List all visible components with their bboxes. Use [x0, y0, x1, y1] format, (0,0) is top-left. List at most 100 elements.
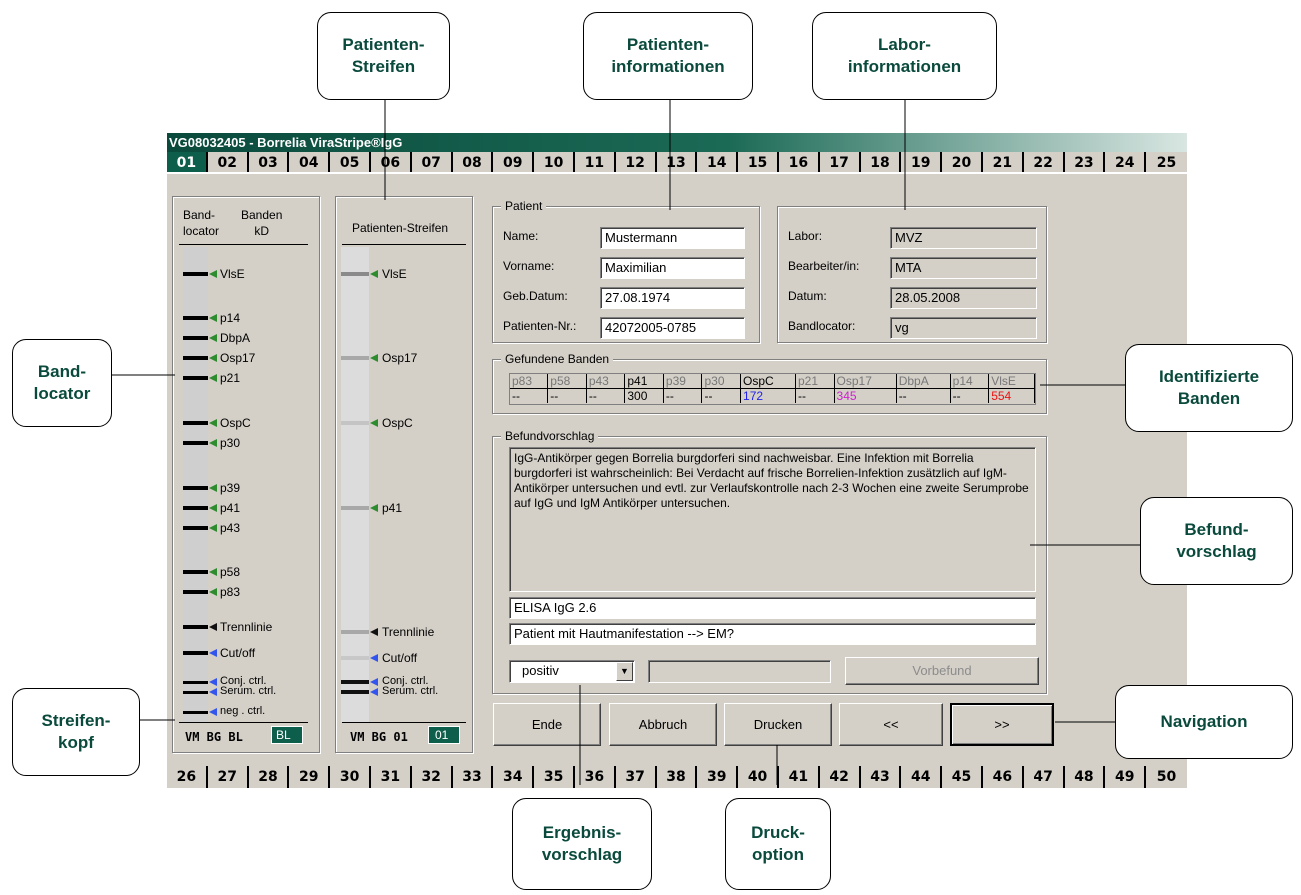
result-select[interactable]: positiv ▼ [509, 660, 635, 683]
strip-tab-25[interactable]: 25 [1146, 152, 1187, 172]
strip-tab-36[interactable]: 36 [575, 766, 616, 788]
band-header-cell: Osp17 [834, 374, 897, 389]
strip-tab-47[interactable]: 47 [1024, 766, 1065, 788]
befund-textarea[interactable]: IgG-Antikörper gegen Borrelia burgdorfer… [509, 447, 1036, 592]
strip-tab-33[interactable]: 33 [453, 766, 494, 788]
strip-tab-27[interactable]: 27 [208, 766, 249, 788]
bandlocator-band-label: p41 [220, 501, 241, 515]
gefundene-banden-label: Gefundene Banden [501, 352, 614, 366]
strip-tab-09[interactable]: 09 [493, 152, 535, 172]
strip-tab-44[interactable]: 44 [901, 766, 943, 788]
strip-tab-03[interactable]: 03 [249, 152, 290, 172]
strip-tab-35[interactable]: 35 [534, 766, 575, 788]
strip-tab-49[interactable]: 49 [1105, 766, 1147, 788]
strip-tab-01[interactable]: 01 [167, 152, 208, 172]
bandlocator-band [183, 316, 208, 320]
ende-button[interactable]: Ende [493, 703, 601, 746]
prev-button[interactable]: << [839, 703, 943, 746]
strip-tab-39[interactable]: 39 [697, 766, 739, 788]
strip-tab-18[interactable]: 18 [861, 152, 902, 172]
strip-tab-13[interactable]: 13 [657, 152, 698, 172]
strip-tabs-top: 01 02 03 04 05 06 07 08 09 10 11 12 13 14 15 16 17 18 19 20… [167, 152, 1187, 174]
strip-tab-08[interactable]: 08 [453, 152, 494, 172]
band-header-cell: DbpA [896, 374, 951, 389]
strip-tab-40[interactable]: 40 [738, 766, 779, 788]
strip-tab-37[interactable]: 37 [616, 766, 657, 788]
bandlocator-band-label: Serum. ctrl. [220, 685, 277, 697]
band-arrow-icon [209, 708, 217, 716]
strip-tab-32[interactable]: 32 [412, 766, 453, 788]
bandlocator-band-label: p14 [220, 311, 241, 325]
strip-tab-38[interactable]: 38 [657, 766, 698, 788]
drucken-button[interactable]: Drucken [724, 703, 832, 746]
band-header-cell: p14 [950, 374, 990, 389]
band-header-cell: p58 [547, 374, 587, 389]
strip-tab-48[interactable]: 48 [1065, 766, 1106, 788]
strip-tab-10[interactable]: 10 [534, 152, 575, 172]
patient-strip-band-label: Serum. ctrl. [382, 685, 439, 697]
strip-tab-46[interactable]: 46 [983, 766, 1024, 788]
strip-tab-23[interactable]: 23 [1065, 152, 1106, 172]
strip-tab-41[interactable]: 41 [779, 766, 820, 788]
bandlocator-band-label: Cut/off [220, 646, 256, 660]
bandlocator-band-label: p58 [220, 565, 241, 579]
bandlocator-band-label: p83 [220, 585, 241, 599]
strip-tab-29[interactable]: 29 [289, 766, 331, 788]
elisa-field[interactable]: ELISA IgG 2.6 [509, 597, 1036, 619]
strip-tab-24[interactable]: 24 [1105, 152, 1147, 172]
strip-tab-26[interactable]: 26 [167, 766, 208, 788]
bandlocator-band-label: OspC [220, 416, 251, 430]
band-header-cell: p41 [624, 374, 664, 389]
strip-tab-42[interactable]: 42 [820, 766, 861, 788]
strip-tabs-bottom: 26 27 28 29 30 31 32 33 34 35 36 37 38 39 40 41 42 43 44 45… [167, 766, 1187, 788]
strip-tab-05[interactable]: 05 [330, 152, 371, 172]
strip-tab-11[interactable]: 11 [575, 152, 616, 172]
strip-tab-43[interactable]: 43 [861, 766, 902, 788]
patient-strip-code: VM BG 01 [350, 730, 408, 744]
strip-tab-21[interactable]: 21 [983, 152, 1024, 172]
patient-group-label: Patient [501, 199, 547, 213]
name-field[interactable]: Mustermann [600, 227, 745, 249]
comment-field[interactable]: Patient mit Hautmanifestation --> EM? [509, 623, 1036, 645]
strip-tab-17[interactable]: 17 [820, 152, 861, 172]
patient-strip-header: Patienten-Streifen [352, 221, 449, 235]
bandlocator-band-label: p43 [220, 521, 241, 535]
patient-strip-band [341, 272, 369, 276]
strip-tab-06[interactable]: 06 [371, 152, 412, 172]
bearbeiter-label: Bearbeiter/in: [788, 259, 860, 273]
bandlocator-band [183, 506, 208, 510]
callout-bandlocator: Band- locator [12, 339, 112, 427]
patienten-nr-label: Patienten-Nr.: [503, 319, 577, 333]
strip-tab-30[interactable]: 30 [330, 766, 371, 788]
strip-tab-50[interactable]: 50 [1146, 766, 1187, 788]
strip-tab-31[interactable]: 31 [371, 766, 412, 788]
callout-streifenkopf: Streifen- kopf [12, 688, 140, 776]
patienten-nr-field[interactable]: 42072005-0785 [600, 317, 745, 339]
strip-tab-15[interactable]: 15 [738, 152, 779, 172]
abbruch-button[interactable]: Abbruch [609, 703, 717, 746]
befund-group: Befundvorschlag IgG-Antikörper gegen Bor… [492, 429, 1047, 694]
band-value-cell: -- [795, 388, 835, 403]
strip-tab-34[interactable]: 34 [493, 766, 535, 788]
vorbefund-button: Vorbefund [845, 657, 1039, 685]
strip-tab-19[interactable]: 19 [901, 152, 943, 172]
bandlocator-band [183, 356, 208, 360]
strip-tab-07[interactable]: 07 [412, 152, 453, 172]
chevron-down-icon[interactable]: ▼ [616, 662, 633, 681]
callout-ergebnis: Ergebnis- vorschlag [512, 798, 652, 890]
strip-tab-14[interactable]: 14 [697, 152, 739, 172]
strip-tab-04[interactable]: 04 [289, 152, 331, 172]
window-title: VG08032405 - Borrelia ViraStripe®IgG [167, 133, 1187, 152]
vorname-field[interactable]: Maximilian [600, 257, 745, 279]
strip-tab-22[interactable]: 22 [1024, 152, 1065, 172]
strip-tab-02[interactable]: 02 [208, 152, 249, 172]
strip-tab-12[interactable]: 12 [616, 152, 657, 172]
strip-tab-20[interactable]: 20 [942, 152, 983, 172]
patient-strip-band [341, 630, 369, 634]
strip-tab-45[interactable]: 45 [942, 766, 983, 788]
strip-tab-28[interactable]: 28 [249, 766, 290, 788]
geb-datum-field[interactable]: 27.08.1974 [600, 287, 745, 309]
next-button[interactable]: >> [950, 703, 1054, 746]
strip-tab-16[interactable]: 16 [779, 152, 820, 172]
patient-strip-band-label: p41 [382, 501, 403, 515]
